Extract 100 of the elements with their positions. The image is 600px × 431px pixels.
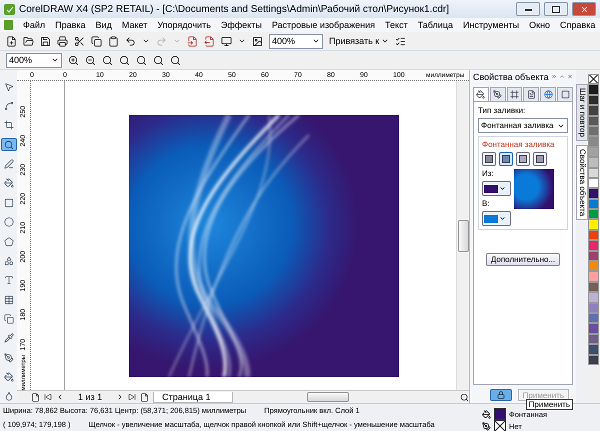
vertical-scrollbar[interactable]: [456, 81, 469, 390]
more-button[interactable]: Дополнительно...: [486, 253, 560, 266]
color-picker-button[interactable]: [482, 181, 511, 196]
save-icon[interactable]: [40, 36, 51, 46]
minimize-button[interactable]: [516, 2, 540, 16]
export-icon[interactable]: [204, 36, 215, 46]
color-swatch[interactable]: [588, 334, 599, 344]
image-icon[interactable]: [252, 36, 263, 46]
checklist-icon[interactable]: [395, 36, 406, 46]
menu-item[interactable]: Правка: [55, 20, 86, 30]
monitor-icon[interactable]: [221, 36, 232, 46]
snap-to-dropdown[interactable]: Привязать к: [329, 36, 390, 46]
zoom-icon[interactable]: [460, 392, 469, 402]
menu-item[interactable]: Вид: [96, 20, 112, 30]
undo-icon[interactable]: [125, 36, 136, 46]
caret-icon[interactable]: [238, 37, 246, 45]
maximize-icon: [552, 6, 560, 12]
color-swatch[interactable]: [588, 240, 599, 251]
color-swatch[interactable]: [588, 84, 599, 95]
color-swatch[interactable]: [588, 116, 599, 126]
previous-page-icon[interactable]: [56, 393, 64, 401]
paint-bucket-icon: [4, 372, 14, 382]
add-page-icon[interactable]: [140, 392, 150, 402]
close-icon[interactable]: [566, 72, 573, 81]
new-file-icon[interactable]: [6, 36, 17, 46]
add-page-icon[interactable]: [31, 392, 40, 402]
zoom-out-icon[interactable]: [85, 54, 96, 66]
color-swatch[interactable]: [588, 198, 599, 210]
color-swatch[interactable]: [588, 188, 599, 199]
gradient-type-button[interactable]: [516, 152, 530, 166]
color-label: Из:: [482, 169, 495, 178]
properties-tab[interactable]: [490, 87, 506, 101]
properties-tab[interactable]: [506, 87, 522, 101]
gradient-type-button[interactable]: [482, 152, 496, 166]
color-swatch[interactable]: [588, 282, 599, 292]
menu-item[interactable]: Макет: [122, 20, 148, 30]
color-swatch[interactable]: [588, 271, 599, 282]
menu-item[interactable]: Текст: [385, 20, 408, 30]
properties-tab[interactable]: [540, 87, 556, 101]
printer-icon[interactable]: [57, 36, 68, 46]
color-swatch[interactable]: [588, 209, 599, 220]
gradient-type-button[interactable]: [499, 152, 513, 166]
menu-item[interactable]: Справка: [560, 20, 596, 30]
zoom-icon[interactable]: [119, 54, 130, 66]
color-swatch[interactable]: [588, 136, 599, 147]
zoom-in-icon[interactable]: [68, 54, 79, 66]
stacked-squares-icon: [4, 314, 14, 324]
double-chevron-icon[interactable]: [550, 72, 557, 81]
color-swatch[interactable]: [588, 105, 599, 116]
import-icon[interactable]: [187, 36, 198, 46]
fill-type-dropdown[interactable]: Фонтанная заливка: [478, 118, 568, 133]
menu-item[interactable]: Окно: [529, 20, 550, 30]
color-swatch[interactable]: [588, 157, 599, 168]
color-swatch[interactable]: [588, 126, 599, 136]
zoom-level-field[interactable]: 400%: [269, 34, 323, 48]
properties-tab[interactable]: [473, 87, 489, 101]
tool-button[interactable]: [0, 138, 16, 152]
menu-item[interactable]: Эффекты: [220, 20, 262, 30]
color-swatch[interactable]: [588, 230, 599, 240]
properties-tab[interactable]: [557, 87, 573, 101]
color-swatch[interactable]: [588, 178, 599, 188]
color-swatch[interactable]: [588, 168, 599, 178]
color-swatch[interactable]: [588, 292, 599, 303]
color-swatch[interactable]: [588, 94, 599, 106]
zoom-icon[interactable]: [102, 54, 113, 66]
gradient-square-icon: [519, 155, 527, 163]
zoom-icon[interactable]: [170, 54, 181, 66]
color-swatch[interactable]: [588, 219, 599, 230]
color-swatch[interactable]: [588, 302, 599, 313]
first-page-icon[interactable]: [44, 393, 52, 401]
color-swatch[interactable]: [588, 312, 599, 324]
menu-item[interactable]: Инструменты: [463, 20, 520, 30]
zoom-icon[interactable]: [136, 54, 147, 66]
menu-item[interactable]: Растровые изображения: [272, 20, 376, 30]
scissors-icon[interactable]: [74, 36, 85, 46]
color-swatch[interactable]: [588, 323, 599, 334]
color-swatch[interactable]: [588, 344, 599, 355]
gradient-type-button[interactable]: [533, 152, 547, 166]
menu-item[interactable]: Таблица: [418, 20, 453, 30]
docker-tab[interactable]: Шаг и повтор: [576, 84, 588, 141]
page-tab[interactable]: Страница 1: [153, 392, 234, 402]
color-swatch[interactable]: [588, 250, 599, 262]
zoom-icon[interactable]: [153, 54, 164, 66]
menu-item[interactable]: Файл: [23, 20, 46, 30]
docker-tab[interactable]: Свойства объекта: [576, 144, 588, 220]
lock-button[interactable]: [490, 389, 512, 401]
menu-item[interactable]: Упорядочить: [157, 20, 211, 30]
color-picker-button[interactable]: [482, 211, 511, 226]
color-swatch[interactable]: [588, 261, 599, 272]
folder-icon[interactable]: [23, 36, 34, 46]
no-color-swatch[interactable]: [588, 74, 599, 84]
properties-tab[interactable]: [523, 87, 540, 101]
last-page-icon[interactable]: [128, 393, 136, 401]
color-swatch[interactable]: [588, 146, 599, 158]
caret-icon[interactable]: [142, 37, 150, 45]
copy-icon[interactable]: [91, 36, 102, 46]
zoom-level-field[interactable]: 400%: [6, 52, 62, 68]
color-swatch[interactable]: [588, 354, 599, 365]
maximize-button[interactable]: [544, 2, 568, 16]
clipboard-icon[interactable]: [108, 36, 119, 46]
